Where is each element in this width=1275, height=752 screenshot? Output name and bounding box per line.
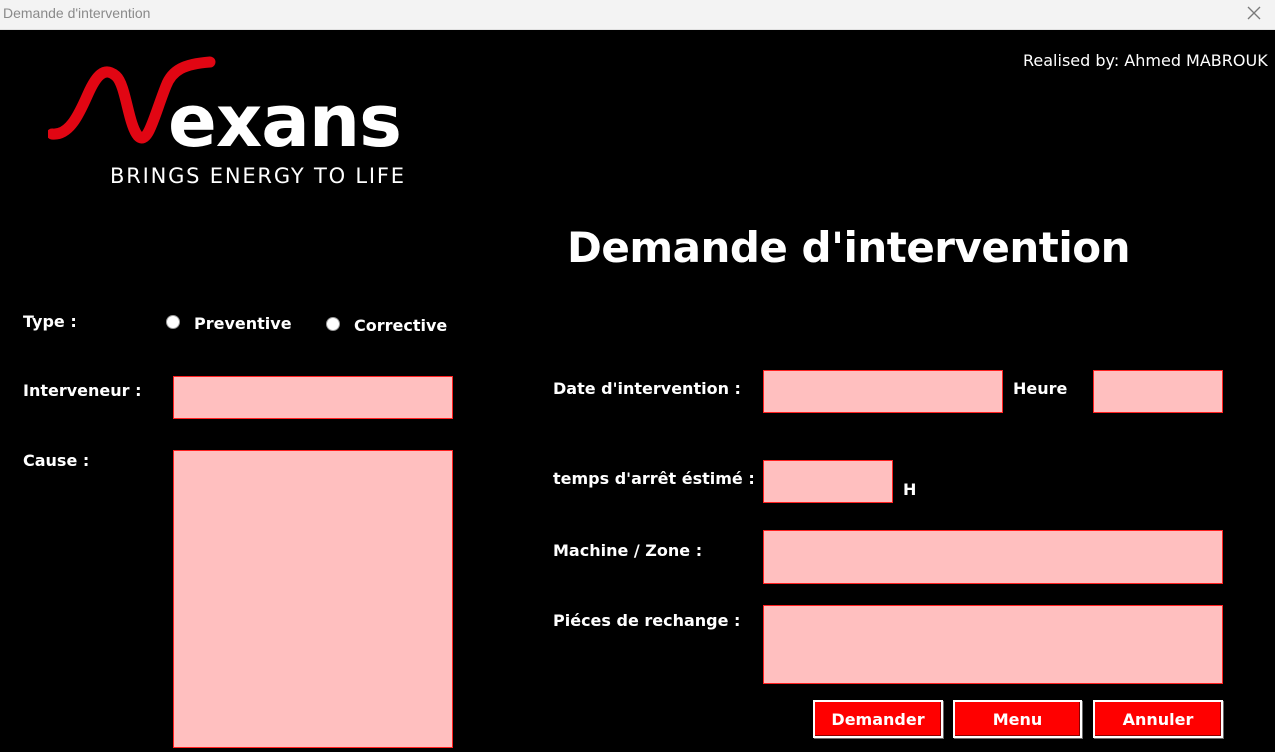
pieces-label: Piéces de rechange : (553, 611, 741, 630)
heure-label: Heure (1013, 379, 1068, 398)
title-bar: Demande d'intervention (0, 0, 1275, 30)
temps-label: temps d'arrêt éstimé : (553, 469, 755, 488)
pieces-field[interactable] (763, 605, 1223, 684)
form-area: Realised by: Ahmed MABROUK exans BRINGS … (0, 30, 1275, 752)
menu-button[interactable]: Menu (953, 700, 1082, 738)
svg-text:exans: exans (168, 79, 401, 163)
type-label: Type : (23, 312, 77, 331)
heure-field[interactable] (1093, 370, 1223, 413)
cause-field[interactable] (173, 450, 453, 748)
machine-label: Machine / Zone : (553, 541, 703, 560)
window-title: Demande d'intervention (3, 5, 151, 21)
temps-field[interactable] (763, 460, 893, 503)
temps-unit: H (903, 480, 917, 499)
corrective-label: Corrective (354, 316, 448, 335)
close-icon[interactable] (1243, 2, 1265, 24)
demander-button[interactable]: Demander (813, 700, 943, 738)
date-label: Date d'intervention : (553, 379, 741, 398)
annuler-button[interactable]: Annuler (1093, 700, 1223, 738)
svg-text:BRINGS ENERGY TO LIFE: BRINGS ENERGY TO LIFE (110, 164, 406, 188)
radio-preventive[interactable] (166, 315, 180, 329)
radio-corrective[interactable] (326, 317, 340, 331)
date-field[interactable] (763, 370, 1003, 413)
cause-label: Cause : (23, 451, 90, 470)
author-credit: Realised by: Ahmed MABROUK (1023, 51, 1268, 70)
machine-field[interactable] (763, 530, 1223, 584)
intervenant-field[interactable] (173, 376, 453, 419)
app-window: Demande d'intervention Realised by: Ahme… (0, 0, 1275, 752)
preventive-label: Preventive (194, 314, 292, 333)
intervenant-label: Interveneur : (23, 381, 142, 400)
form-title: Demande d'intervention (567, 223, 1131, 272)
nexans-logo: exans BRINGS ENERGY TO LIFE (46, 52, 448, 192)
